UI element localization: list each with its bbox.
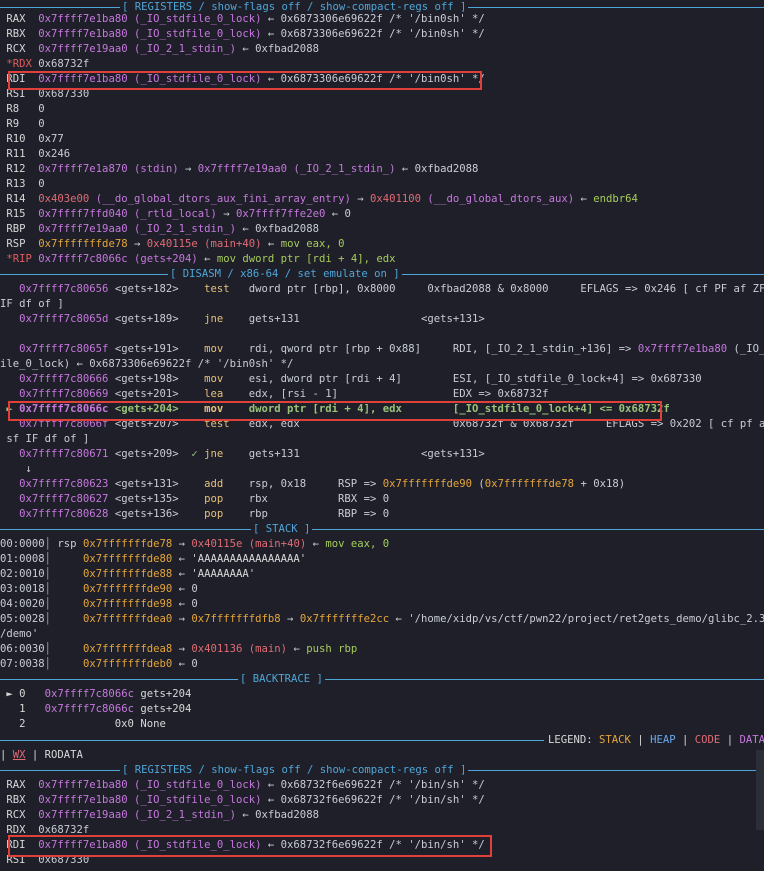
disasm-separator: [ DISASM / x86-64 / set emulate on ] [0,267,764,282]
disasm-line: 0x7ffff7c8066f <gets+207> test edx, edx … [19,418,764,430]
disasm-line [0,327,764,342]
backtrace-header: [ BACKTRACE ] [238,672,325,687]
regs2-line: RAX 0x7ffff7e1ba80 (_IO_stdfile_0_lock) … [6,779,485,791]
regs2-line: RCX 0x7ffff7e19aa0 (_IO_2_1_stdin_) ← 0x… [6,809,319,821]
disasm-line: 0x7ffff7c80623 <gets+131> add rsp, 0x18 … [19,478,626,490]
disasm-line: ► 0x7ffff7c8066c <gets+204> mov dword pt… [0,403,670,415]
disasm-line: 0x7ffff7c8065d <gets+189> jne gets+131 <… [19,313,485,325]
regs2-line: RSI 0x687330 [6,854,90,866]
registers-separator-2: [ REGISTERS / show-flags off / show-comp… [0,763,764,778]
regs1-line: R14 0x403e00 (__do_global_dtors_aux_fini… [6,193,638,205]
disasm-line: 0x7ffff7c80666 <gets+198> mov esi, dword… [19,373,702,385]
regs1-line: RBX 0x7ffff7e1ba80 (_IO_stdfile_0_lock) … [6,28,485,40]
regs1-line: RDI 0x7ffff7e1ba80 (_IO_stdfile_0_lock) … [6,73,485,85]
stack-line: 07:0038│ 0x7fffffffdeb0 ← 0 [0,658,198,670]
legend-separator: LEGEND: STACK | HEAP | CODE | DATA [0,733,764,748]
stack-header: [ STACK ] [251,522,313,537]
disasm-line: 0x7ffff7c80671 <gets+209> ✓ jne gets+131… [19,448,485,460]
stack-line: 03:0018│ 0x7fffffffde90 ← 0 [0,583,198,595]
disasm-line: 0x7ffff7c80669 <gets+201> lea edx, [rsi … [19,388,549,400]
regs1-line: RCX 0x7ffff7e19aa0 (_IO_2_1_stdin_) ← 0x… [6,43,319,55]
disasm-line: 0x7ffff7c8065f <gets+191> mov rdi, qword… [19,343,764,355]
stack-line: 04:0020│ 0x7fffffffde98 ← 0 [0,598,198,610]
regs1-line: R15 0x7ffff7ffd040 (_rtld_local) → 0x7ff… [6,208,351,220]
bt-line: ► 0 0x7ffff7c8066c gets+204 [0,688,192,700]
terminal-output[interactable]: [ REGISTERS / show-flags off / show-comp… [0,0,764,871]
regs1-line: *RIP 0x7ffff7c8066c (gets+204) ← mov dwo… [6,253,396,265]
disasm-line: ↓ [0,463,32,475]
bt-line: 1 0x7ffff7c8066c gets+204 [0,703,192,715]
stack-line: 00:0000│ rsp 0x7fffffffde78 → 0x40115e (… [0,538,390,550]
disasm-line: sf IF df of ] [0,433,90,445]
disasm-line: 0x7ffff7c80628 <gets+136> pop rbp RBP =>… [19,508,390,520]
stack-line: 01:0008│ 0x7fffffffde80 ← 'AAAAAAAAAAAAA… [0,553,307,565]
regs1-line: R10 0x77 [6,133,64,145]
regs1-line: RBP 0x7ffff7e19aa0 (_IO_2_1_stdin_) ← 0x… [6,223,319,235]
backtrace-separator: [ BACKTRACE ] [0,672,764,687]
regs1-line: R9 0 [6,118,45,130]
disasm-line: 0x7ffff7c80656 <gets+182> test dword ptr… [19,283,764,295]
regs1-line: R11 0x246 [6,148,71,160]
regs1-line: R13 0 [6,178,45,190]
stack-line: 02:0010│ 0x7fffffffde88 ← 'AAAAAAAA' [0,568,256,580]
stack-line: 05:0028│ 0x7fffffffdea0 → 0x7fffffffdfb8… [0,613,764,625]
regs1-line: RSI 0x687330 [6,88,90,100]
regs2-line: RDI 0x7ffff7e1ba80 (_IO_stdfile_0_lock) … [6,839,485,851]
bt-line: 2 0x0 None [0,718,166,730]
legend: LEGEND: STACK | HEAP | CODE | DATA [548,734,764,746]
stack-separator: [ STACK ] [0,522,764,537]
legend-line-2: | WX | RODATA [0,749,83,761]
registers-header-2: [ REGISTERS / show-flags off / show-comp… [120,763,469,778]
disasm-line: IF df of ] [0,298,64,310]
regs2-line: RDX 0x68732f [6,824,90,836]
regs2-line: RBX 0x7ffff7e1ba80 (_IO_stdfile_0_lock) … [6,794,485,806]
disasm-line: ile_0_lock) ← 0x6873306e69622f /* '/bin0… [0,358,294,370]
disasm-line: 0x7ffff7c80627 <gets+135> pop rbx RBX =>… [19,493,390,505]
scrollbar[interactable] [756,750,764,830]
regs1-line: RAX 0x7ffff7e1ba80 (_IO_stdfile_0_lock) … [6,13,485,25]
regs1-line: *RDX 0x68732f [6,58,90,70]
stack-line: /demo' [0,628,39,640]
disasm-header: [ DISASM / x86-64 / set emulate on ] [168,267,402,282]
stack-line: 06:0030│ 0x7fffffffdea8 → 0x401136 (main… [0,643,358,655]
regs1-line: RSP 0x7fffffffde78 → 0x40115e (main+40) … [6,238,345,250]
regs1-line: R8 0 [6,103,45,115]
regs1-line: R12 0x7ffff7e1a870 (stdin) → 0x7ffff7e19… [6,163,479,175]
